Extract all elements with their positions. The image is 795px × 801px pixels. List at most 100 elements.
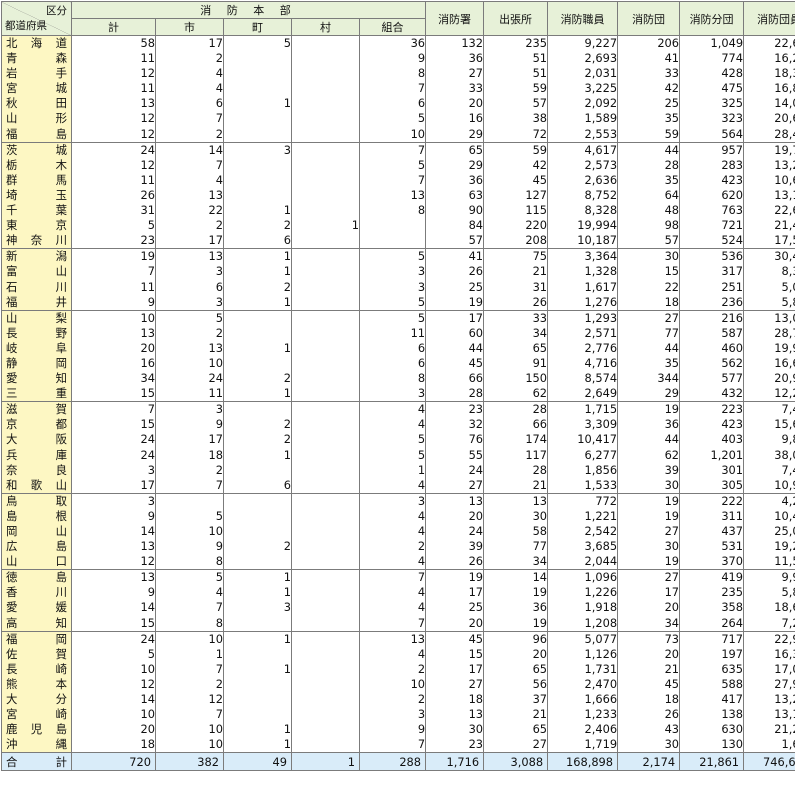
value-cell [292,524,359,539]
value-column: 75213126 [484,249,548,310]
value-cell: 10 [156,722,223,737]
value-column: 5478 [156,570,224,631]
value-cell: 7 [156,707,223,722]
cell-stack: 3334659115062 [484,311,547,402]
prefecture-name: 滋 賀 [2,402,71,417]
prefecture-name: 奈 良 [2,463,71,478]
value-cell: 206 [618,36,679,51]
value-cell: 8,752 [548,188,617,203]
value-cell: 5 [156,311,223,326]
value-cell: 311 [680,509,743,524]
value-cell: 1,589 [548,111,617,126]
value-column [292,493,360,569]
value-cell: 18,372 [744,66,795,81]
value-cell: 10 [72,662,155,677]
value-cell [292,402,359,417]
value-cell: 41 [426,249,483,264]
value-cell: 17 [156,432,223,447]
value-column [292,310,360,402]
value-cell [292,203,359,218]
cell-stack: 216587460562577432 [680,311,743,402]
cell-stack: 7152424317 [72,402,155,493]
cell-stack: 2777443534429 [618,311,679,402]
value-cell: 5 [156,570,223,585]
value-cell: 43 [618,722,679,737]
total-cell: 3,088 [484,753,548,771]
cell-stack: 22,95916,37017,01727,99613,24413,19821,2… [744,632,795,753]
cell-stack: 1,049774428475325323564 [680,36,743,142]
value-cell: 2 [156,51,223,66]
value-column: 28661741172821 [484,402,548,494]
value-cell: 18,618 [744,600,795,615]
value-cell: 33 [426,81,483,96]
value-cell: 24 [72,632,155,647]
value-cell: 19 [72,249,155,264]
value-cell: 1 [292,218,359,233]
cell-stack: 7721,2212,5423,6852,044 [548,494,617,569]
value-cell: 17,533 [744,233,795,248]
cell-stack: 44283564489857 [618,143,679,249]
value-column: 7320214518264330 [618,631,680,753]
value-cell: 65 [484,722,547,737]
value-cell: 73 [618,632,679,647]
value-cell: 2 [224,371,291,386]
value-cell: 19 [426,295,483,310]
value-cell: 5,826 [744,295,795,310]
value-cell [292,494,359,509]
value-cell: 14 [72,600,155,615]
region-block: 北海道青 森岩 手宮 城秋 田山 形福 島5811121113121217244… [2,36,795,143]
prefecture-column: 山 梨長 野岐 阜静 岡愛 知三 重 [2,310,72,402]
value-cell: 27 [618,524,679,539]
value-cell: 2 [360,539,425,554]
value-cell [224,554,291,569]
value-cell: 236 [680,295,743,310]
prefecture-name: 宮 崎 [2,707,71,722]
value-cell: 220 [484,218,547,233]
value-column: 2777443534429 [618,310,680,402]
region-block: 福 岡佐 賀長 崎熊 本大 分宮 崎鹿児島沖 縄2451012141020181… [2,631,795,753]
cell-stack: 121 [224,311,291,402]
value-cell: 1,126 [548,647,617,662]
prefecture-name: 茨 城 [2,143,71,158]
value-cell: 25,008 [744,524,795,539]
value-cell: 1,675 [744,737,795,752]
value-cell: 30 [618,478,679,493]
value-cell: 65 [484,662,547,677]
value-cell: 3 [360,280,425,295]
cell-stack: 419235358264 [680,570,743,630]
prefecture-name: 大 阪 [2,432,71,447]
value-cell: 717 [680,632,743,647]
value-cell: 28,463 [744,127,795,142]
value-cell: 6 [156,96,223,111]
value-cell: 27 [426,66,483,81]
value-cell: 26 [618,707,679,722]
total-cell: 720 [72,753,156,771]
value-cell: 20 [426,509,483,524]
prefecture-name: 岩 手 [2,66,71,81]
value-column: 7152424317 [72,402,156,494]
value-cell: 20 [426,616,483,631]
value-cell [292,539,359,554]
value-column [292,402,360,494]
value-cell: 3 [156,402,223,417]
value-cell: 22 [618,280,679,295]
value-cell [292,386,359,401]
value-cell [292,463,359,478]
value-cell: 57 [484,96,547,111]
value-cell: 325 [680,96,743,111]
fire-department-table: 区分 都道府県 消 防 本 部 消防署 出張所 消防職員 消防団 消防分団 消防… [1,1,795,771]
value-cell: 19,251 [744,539,795,554]
value-cell: 635 [680,662,743,677]
value-cell: 7,406 [744,402,795,417]
value-cell: 235 [484,36,547,51]
value-cell: 5 [360,158,425,173]
value-cell: 18 [618,692,679,707]
value-column: 39141312 [72,493,156,569]
value-column: 235515159573872 [484,36,548,143]
value-column: 369876510 [360,36,426,143]
value-cell [224,51,291,66]
value-cell: 34 [484,554,547,569]
value-column: 7721,2212,5423,6852,044 [548,493,618,569]
value-cell: 65 [426,143,483,158]
cell-stack: 7447 [360,570,425,630]
